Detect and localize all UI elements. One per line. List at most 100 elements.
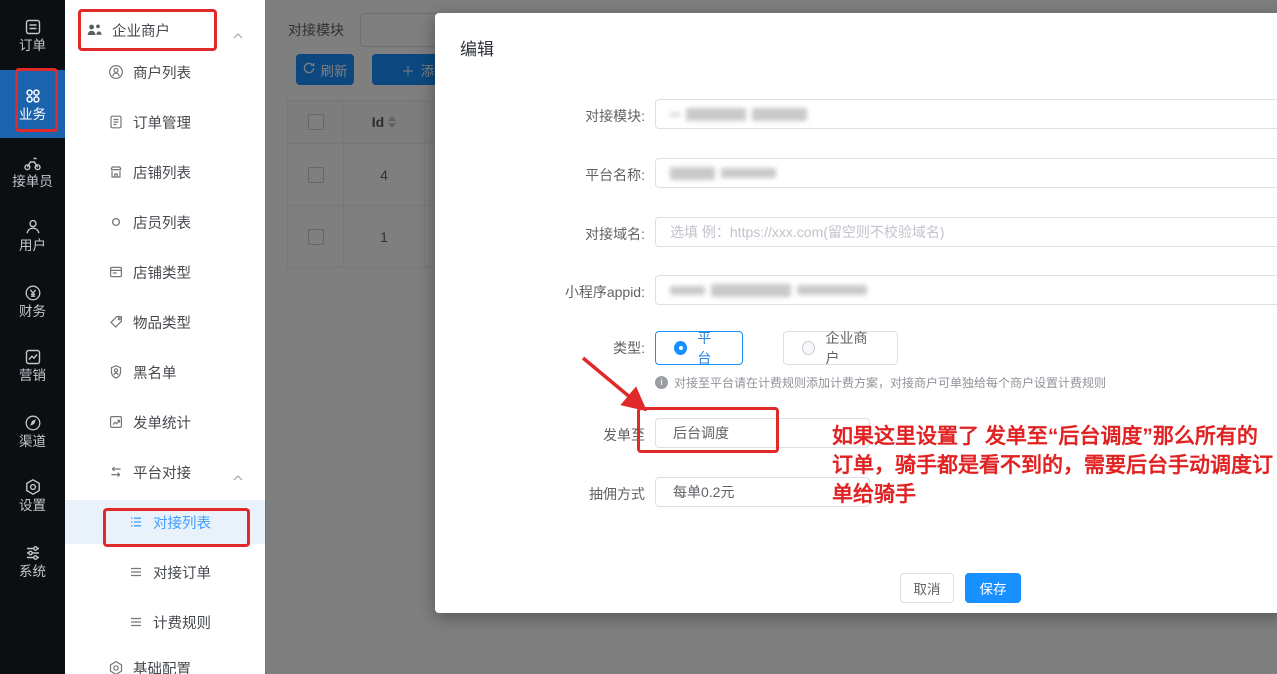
appid-field-label: 小程序appid: <box>455 282 645 302</box>
goods-type-icon <box>108 314 124 330</box>
order-manage-icon <box>108 114 124 130</box>
menu-item-blacklist[interactable]: 黑名单 <box>65 350 265 394</box>
menu-item-label: 基础配置 <box>133 658 191 674</box>
nav-item-settings[interactable]: 设置 <box>0 472 65 518</box>
nav-item-couriers[interactable]: 接单员 <box>0 148 65 194</box>
annotation-note-text: 如果这里设置了 发单至“后台调度”那么所有的订单，骑手都是看不到的，需要后台手动… <box>832 422 1276 509</box>
nav-item-users[interactable]: 用户 <box>0 212 65 258</box>
connect-list-icon <box>128 514 144 530</box>
type-hint-text: 对接至平台请在计费规则添加计费方案，对接商户可单独给每个商户设置计费规则 <box>674 374 1106 391</box>
nav-item-business[interactable]: 业务 <box>0 70 65 138</box>
stats-icon <box>108 414 124 430</box>
nav-item-marketing[interactable]: 营销 <box>0 342 65 388</box>
menu-item-merchant-list[interactable]: 商户列表 <box>65 50 265 94</box>
nav-item-label: 系统 <box>19 565 46 579</box>
menu-item-label: 黑名单 <box>133 362 177 383</box>
dispatch-field-label: 发单至 <box>455 425 645 445</box>
settings-icon <box>24 478 42 496</box>
nav-item-label: 渠道 <box>19 435 46 449</box>
nav-item-label: 用户 <box>19 239 46 253</box>
radio-label: 平台 <box>697 328 724 368</box>
commission-select-value: 每单0.2元 <box>673 482 734 502</box>
channel-icon <box>24 414 42 432</box>
menu-item-platform-connect[interactable]: 平台对接 <box>65 450 265 494</box>
nav-item-label: 营销 <box>19 369 46 383</box>
menu-item-enterprise-merchants[interactable]: 企业商户 <box>65 8 265 52</box>
blacklist-icon <box>108 364 124 380</box>
app-window: 订单 业务 接单员 用户 财务 <box>0 0 1277 674</box>
radio-label: 企业商户 <box>825 328 879 368</box>
redacted-value <box>670 167 776 180</box>
cancel-button[interactable]: 取消 <box>900 573 954 603</box>
domain-field-input[interactable] <box>655 217 1277 247</box>
connect-orders-icon <box>128 564 144 580</box>
base-config-icon <box>108 660 124 674</box>
shop-list-icon <box>108 164 124 180</box>
rider-icon <box>23 154 42 172</box>
merchant-list-icon <box>108 64 124 80</box>
business-icon <box>24 87 42 105</box>
info-icon: i <box>655 376 668 389</box>
commission-field-label: 抽佣方式 <box>455 484 645 504</box>
menu-item-label: 平台对接 <box>133 462 191 483</box>
type-field-label: 类型: <box>455 338 645 358</box>
module-field-label: 对接模块: <box>455 106 645 126</box>
appid-field-input[interactable] <box>655 275 1277 305</box>
orders-icon <box>24 18 42 36</box>
domain-field-label: 对接域名: <box>455 224 645 244</box>
menu-item-label: 对接订单 <box>153 562 211 583</box>
platform-name-input[interactable] <box>655 158 1277 188</box>
menu-item-billing-rules[interactable]: 计费规则 <box>65 600 265 644</box>
radio-unselected-icon <box>802 341 815 355</box>
primary-sidebar: 订单 业务 接单员 用户 财务 <box>0 0 65 674</box>
dispatch-select-value: 后台调度 <box>673 423 729 443</box>
clerk-list-icon <box>108 214 124 230</box>
menu-item-connect-list[interactable]: 对接列表 <box>65 500 265 544</box>
secondary-sidebar: 企业商户 商户列表 订单管理 店铺列表 店 <box>65 0 266 674</box>
menu-item-base-config[interactable]: 基础配置 <box>65 646 265 674</box>
menu-item-connect-orders[interactable]: 对接订单 <box>65 550 265 594</box>
chevron-up-icon <box>233 469 243 485</box>
menu-item-label: 对接列表 <box>153 512 211 533</box>
menu-item-goods-type[interactable]: 物品类型 <box>65 300 265 344</box>
nav-item-label: 财务 <box>19 305 46 319</box>
system-icon <box>24 544 42 562</box>
module-field-input[interactable] <box>655 99 1277 129</box>
user-icon <box>24 218 42 236</box>
platform-connect-icon <box>108 464 124 480</box>
menu-item-label: 企业商户 <box>112 20 170 41</box>
menu-item-label: 计费规则 <box>153 612 211 633</box>
nav-item-finance[interactable]: 财务 <box>0 278 65 324</box>
menu-item-shop-type[interactable]: 店铺类型 <box>65 250 265 294</box>
menu-item-label: 店铺列表 <box>133 162 191 183</box>
marketing-icon <box>24 348 42 366</box>
edit-modal: 编辑 对接模块: 平台名称: 对接域名: 小程序appid: 类型: 平台 企业… <box>435 13 1277 613</box>
radio-selected-icon <box>674 341 687 355</box>
redacted-value <box>670 108 807 121</box>
menu-item-label: 发单统计 <box>133 412 191 433</box>
finance-icon <box>24 284 42 302</box>
menu-item-label: 店员列表 <box>133 212 191 233</box>
menu-item-order-management[interactable]: 订单管理 <box>65 100 265 144</box>
nav-item-system[interactable]: 系统 <box>0 538 65 584</box>
nav-item-label: 接单员 <box>12 175 53 189</box>
save-button[interactable]: 保存 <box>965 573 1021 603</box>
billing-rules-icon <box>128 614 144 630</box>
type-radio-platform[interactable]: 平台 <box>655 331 743 365</box>
platform-name-label: 平台名称: <box>455 165 645 185</box>
shop-type-icon <box>108 264 124 280</box>
type-hint: i 对接至平台请在计费规则添加计费方案，对接商户可单独给每个商户设置计费规则 <box>655 374 1106 391</box>
menu-item-dispatch-stats[interactable]: 发单统计 <box>65 400 265 444</box>
menu-item-label: 订单管理 <box>133 112 191 133</box>
menu-item-clerk-list[interactable]: 店员列表 <box>65 200 265 244</box>
redacted-value <box>670 284 867 297</box>
type-radio-enterprise[interactable]: 企业商户 <box>783 331 898 365</box>
merchants-icon <box>86 22 103 38</box>
nav-item-channels[interactable]: 渠道 <box>0 408 65 454</box>
nav-item-orders[interactable]: 订单 <box>0 12 65 58</box>
nav-item-label: 业务 <box>19 108 46 122</box>
modal-title: 编辑 <box>460 35 494 60</box>
chevron-up-icon <box>233 27 243 43</box>
menu-item-shop-list[interactable]: 店铺列表 <box>65 150 265 194</box>
menu-item-label: 物品类型 <box>133 312 191 333</box>
